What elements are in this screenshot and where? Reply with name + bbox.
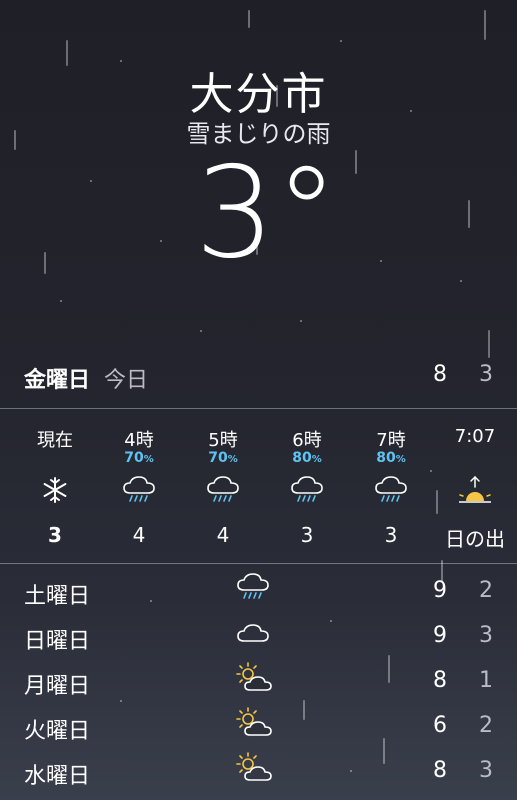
today-summary: 金曜日 今日 8 3 xyxy=(24,362,493,396)
daily-row: 水曜日 8 3 xyxy=(24,750,493,795)
daily-row: 日曜日 9 3 xyxy=(24,615,493,660)
daily-low: 3 xyxy=(479,758,493,783)
hourly-time: 6時 xyxy=(292,430,322,451)
rain-cloud-icon xyxy=(236,572,270,610)
rain-cloud-icon xyxy=(206,475,240,509)
today-label: 今日 xyxy=(104,368,149,393)
hourly-item: 5時 70% 4 xyxy=(183,409,263,563)
daily-day: 日曜日 xyxy=(24,629,91,654)
rain-cloud-icon xyxy=(122,475,156,509)
hourly-item: 4時 70% 4 xyxy=(99,409,179,563)
snowflake-icon xyxy=(40,475,70,509)
hourly-time: 5時 xyxy=(208,430,238,451)
partly-sunny-icon xyxy=(236,662,276,702)
daily-row: 土曜日 9 2 xyxy=(24,570,493,615)
sunrise-icon xyxy=(457,475,493,511)
daily-low: 2 xyxy=(479,578,493,603)
hourly-item: 7時 80% 3 xyxy=(351,409,431,563)
hourly-time: 4時 xyxy=(124,430,154,451)
sunrise-label: 日の出 xyxy=(445,527,505,551)
hourly-temp: 4 xyxy=(216,523,230,547)
hourly-temp: 4 xyxy=(132,523,146,547)
rain-cloud-icon xyxy=(290,475,324,509)
today-day: 金曜日 xyxy=(24,368,91,393)
daily-day: 土曜日 xyxy=(24,584,91,609)
hourly-temp: 3 xyxy=(384,523,398,547)
daily-high: 6 xyxy=(433,713,447,738)
daily-row: 火曜日 6 2 xyxy=(24,705,493,750)
hourly-precip: 70% xyxy=(208,450,238,466)
current-temperature: 3° xyxy=(194,139,339,286)
daily-low: 3 xyxy=(479,623,493,648)
hourly-temp: 3 xyxy=(300,523,314,547)
hourly-item: 6時 80% 3 xyxy=(267,409,347,563)
hourly-item: 現在 3 xyxy=(15,409,95,563)
daily-row: 月曜日 8 1 xyxy=(24,660,493,705)
rain-cloud-icon xyxy=(374,475,408,509)
partly-sunny-icon xyxy=(236,707,276,747)
hourly-precip: 80% xyxy=(376,450,406,466)
daily-high: 9 xyxy=(433,578,447,603)
cloud-icon xyxy=(236,617,270,655)
hourly-time: 7:07 xyxy=(454,426,496,447)
daily-high: 9 xyxy=(433,623,447,648)
daily-day: 火曜日 xyxy=(24,719,91,744)
daily-day: 月曜日 xyxy=(24,674,91,699)
hourly-time: 7時 xyxy=(376,430,406,451)
hourly-forecast[interactable]: 現在 3 4時 70% 4 5時 70% 4 6時 80% 3 7時 80% 3… xyxy=(0,408,517,564)
daily-high: 8 xyxy=(433,758,447,783)
daily-forecast: 土曜日 9 2 日曜日 9 3 月曜日 8 1 火曜日 6 2 水曜日 8 3 xyxy=(24,570,493,795)
hourly-temp: 3 xyxy=(48,523,62,547)
today-low: 3 xyxy=(479,362,493,387)
today-high: 8 xyxy=(433,362,447,387)
hourly-item: 7:07 日の出 xyxy=(435,409,515,563)
hourly-precip: 80% xyxy=(292,450,322,466)
daily-low: 1 xyxy=(479,668,493,693)
hourly-time: 現在 xyxy=(37,430,73,451)
hourly-precip: 70% xyxy=(124,450,154,466)
daily-high: 8 xyxy=(433,668,447,693)
daily-low: 2 xyxy=(479,713,493,738)
daily-day: 水曜日 xyxy=(24,764,91,789)
city-name: 大分市 xyxy=(189,69,328,120)
partly-sunny-icon xyxy=(236,752,276,792)
